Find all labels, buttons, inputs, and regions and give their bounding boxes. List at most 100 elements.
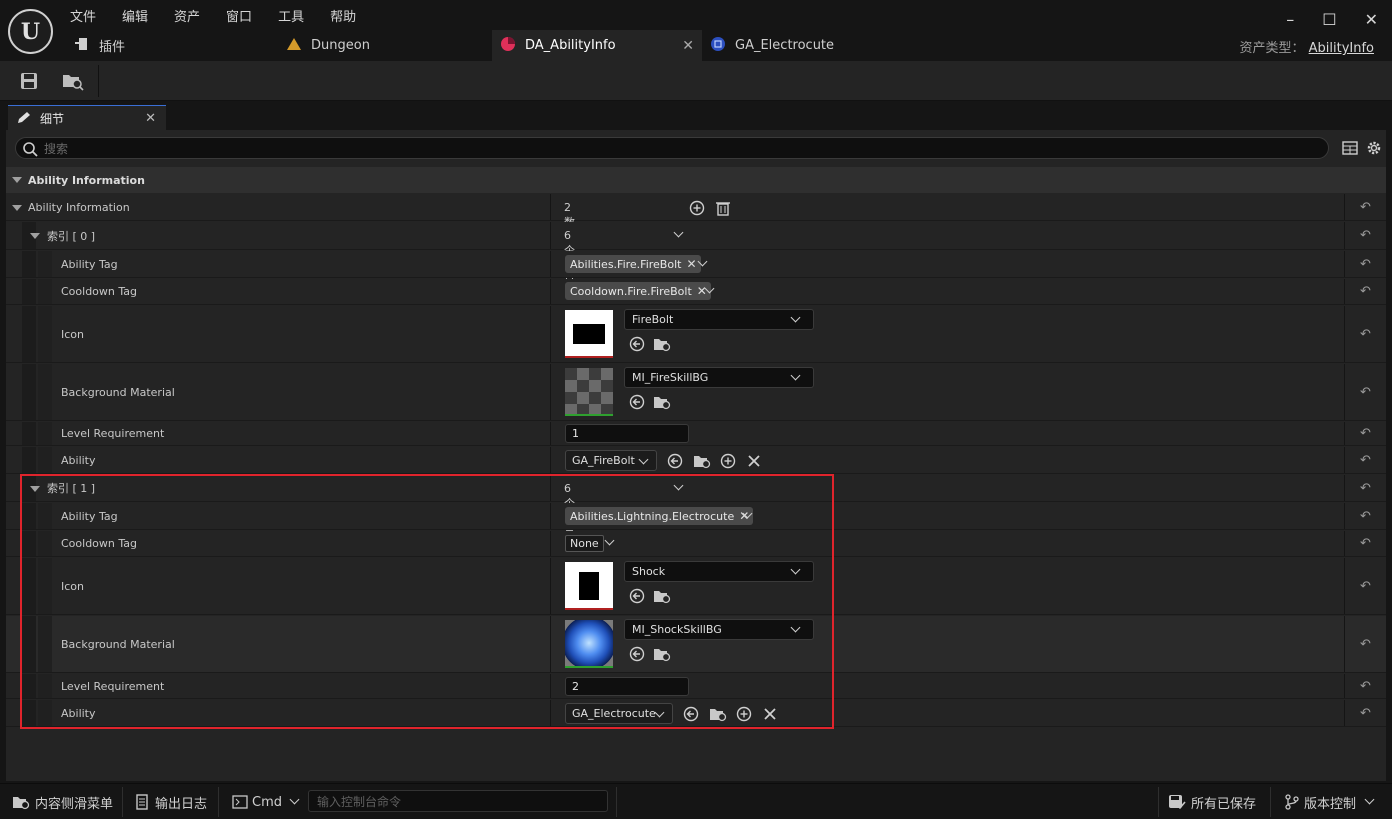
tab-da-abilityinfo[interactable]: DA_AbilityInfo ✕ (492, 30, 702, 61)
reset-icon[interactable]: ↶ (1344, 222, 1386, 249)
menu-file[interactable]: 文件 (70, 6, 96, 25)
collapse-arrow-icon[interactable] (30, 486, 40, 492)
content-drawer-button[interactable]: 内容侧滑菜单 (12, 788, 113, 816)
collapse-arrow-icon[interactable] (30, 233, 40, 239)
texture-thumbnail[interactable] (565, 310, 613, 358)
collapse-arrow-icon[interactable] (12, 177, 22, 183)
trash-icon[interactable] (715, 200, 731, 216)
reset-icon[interactable]: ↶ (1344, 674, 1386, 698)
save-all-button[interactable]: 所有已保存 (1168, 788, 1256, 816)
browse-folder-icon[interactable] (693, 453, 711, 469)
settings-gear-icon[interactable] (1366, 140, 1382, 156)
add-element-icon[interactable] (689, 200, 705, 216)
property-value: Cooldown.Fire.FireBolt ✕ (550, 279, 715, 304)
gameplay-tag-chip[interactable]: Abilities.Lightning.Electrocute ✕ (565, 507, 754, 525)
maximize-icon[interactable]: ☐ (1322, 10, 1336, 29)
unreal-logo-icon[interactable]: U (8, 9, 53, 54)
tab-dungeon[interactable]: Dungeon (286, 30, 486, 61)
use-selected-icon[interactable] (667, 453, 683, 469)
indent-gutter (22, 531, 36, 556)
tag-none-box[interactable]: None (565, 535, 604, 552)
chevron-down-icon[interactable] (673, 227, 684, 238)
asset-picker-combo[interactable]: MI_ShockSkillBG (624, 619, 814, 640)
gameplay-tag-chip[interactable]: Abilities.Fire.FireBolt ✕ (565, 255, 701, 273)
browse-folder-icon[interactable] (653, 588, 671, 604)
chevron-down-icon[interactable] (673, 480, 684, 491)
minimize-icon[interactable]: – (1286, 10, 1294, 29)
reset-icon[interactable]: ↶ (1344, 475, 1386, 501)
collapse-arrow-icon[interactable] (12, 205, 22, 211)
reset-icon[interactable]: ↶ (1344, 279, 1386, 304)
use-selected-icon[interactable] (629, 336, 645, 352)
reset-icon[interactable]: ↶ (1344, 364, 1386, 420)
asset-picker-combo[interactable]: FireBolt (624, 309, 814, 330)
browse-folder-icon[interactable] (653, 394, 671, 410)
menu-edit[interactable]: 编辑 (122, 6, 148, 25)
reset-icon[interactable]: ↶ (1344, 306, 1386, 362)
details-tab[interactable]: 细节 ✕ (8, 105, 166, 130)
source-control-icon (1285, 794, 1299, 810)
chevron-down-icon[interactable] (604, 535, 615, 546)
tab-plugins[interactable]: 插件 (74, 30, 274, 61)
asset-name: MI_ShockSkillBG (632, 623, 722, 636)
material-thumbnail[interactable] (565, 620, 613, 668)
tab-ga-electrocute[interactable]: GA_Electrocute (710, 30, 910, 61)
clear-icon[interactable] (746, 453, 762, 469)
category-header[interactable]: Ability Information (6, 167, 1386, 193)
save-all-label: 所有已保存 (1191, 796, 1257, 812)
tab-dungeon-label: Dungeon (311, 38, 370, 53)
browse-folder-icon[interactable] (653, 336, 671, 352)
material-thumbnail[interactable] (565, 368, 613, 416)
output-log-button[interactable]: 输出日志 (134, 788, 207, 816)
reset-icon[interactable]: ↶ (1344, 447, 1386, 473)
chevron-down-icon (790, 312, 801, 323)
class-picker[interactable]: GA_FireBolt (565, 450, 657, 471)
use-selected-icon[interactable] (683, 706, 699, 722)
console-input[interactable]: 输入控制台命令 (308, 790, 608, 812)
menu-help[interactable]: 帮助 (330, 6, 356, 25)
class-name: GA_FireBolt (572, 454, 635, 467)
reset-icon[interactable]: ↶ (1344, 616, 1386, 672)
number-input[interactable]: 2 (565, 677, 689, 696)
number-input[interactable]: 1 (565, 424, 689, 443)
add-icon[interactable] (720, 453, 736, 469)
close-tab-icon[interactable]: ✕ (682, 38, 694, 54)
asset-picker-combo[interactable]: Shock (624, 561, 814, 582)
menu-asset[interactable]: 资产 (174, 6, 200, 25)
clear-icon[interactable] (762, 706, 778, 722)
close-window-icon[interactable]: ✕ (1365, 10, 1378, 29)
gameplay-tag-chip[interactable]: Cooldown.Fire.FireBolt ✕ (565, 282, 711, 300)
category-title: Ability Information (28, 173, 145, 187)
reset-icon[interactable]: ↶ (1344, 558, 1386, 614)
asset-type-link[interactable]: AbilityInfo (1309, 41, 1374, 56)
browse-folder-icon[interactable] (653, 646, 671, 662)
reset-icon[interactable]: ↶ (1344, 531, 1386, 556)
reset-icon[interactable]: ↶ (1344, 503, 1386, 529)
save-button[interactable] (16, 69, 42, 93)
source-control-button[interactable]: 版本控制 (1284, 788, 1375, 816)
asset-picker-combo[interactable]: MI_FireSkillBG (624, 367, 814, 388)
cooldown-tag-row: Cooldown Tag Cooldown.Fire.FireBolt ✕ ↶ (6, 279, 1386, 305)
reset-icon[interactable]: ↶ (1344, 251, 1386, 277)
use-selected-icon[interactable] (629, 588, 645, 604)
index-label: 索引 [ 1 ] (47, 482, 96, 495)
search-input[interactable]: 搜索 (15, 137, 1329, 159)
menu-window[interactable]: 窗口 (226, 6, 252, 25)
table-view-icon[interactable] (1342, 140, 1358, 156)
reset-icon[interactable]: ↶ (1344, 422, 1386, 445)
add-icon[interactable] (736, 706, 752, 722)
ability-tag-row: Ability Tag Abilities.Lightning.Electroc… (6, 503, 1386, 530)
use-selected-icon[interactable] (629, 646, 645, 662)
browse-folder-icon[interactable] (709, 706, 727, 722)
reset-icon[interactable]: ↶ (1344, 700, 1386, 726)
reset-icon[interactable]: ↶ (1344, 194, 1386, 220)
indent-gutter (38, 558, 52, 614)
menu-tools[interactable]: 工具 (278, 6, 304, 25)
use-selected-icon[interactable] (629, 394, 645, 410)
texture-thumbnail[interactable] (565, 562, 613, 610)
close-details-tab-icon[interactable]: ✕ (145, 111, 156, 126)
remove-tag-icon[interactable]: ✕ (686, 257, 696, 271)
browse-asset-button[interactable] (60, 69, 86, 93)
cmd-dropdown[interactable]: Cmd (232, 788, 300, 816)
class-picker[interactable]: GA_Electrocute (565, 703, 673, 724)
